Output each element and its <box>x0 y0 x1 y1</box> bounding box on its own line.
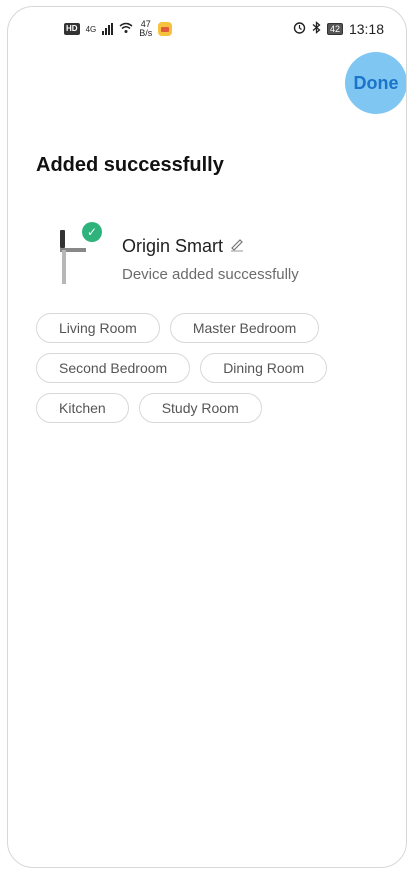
notification-app-icon <box>158 22 173 36</box>
room-row: Living Room Master Bedroom <box>36 313 396 343</box>
status-bar: HD 4G 47 B/s 42 13:18 <box>8 7 406 51</box>
room-chip-study-room[interactable]: Study Room <box>138 393 262 423</box>
wifi-icon <box>119 22 133 37</box>
battery-icon: 42 <box>326 23 343 35</box>
status-left: HD 4G 47 B/s <box>64 20 173 38</box>
bluetooth-icon <box>312 21 321 37</box>
phone-frame: HD 4G 47 B/s 42 13:18 Done Added success… <box>7 6 407 868</box>
device-card: ✓ Origin Smart Device added successfully <box>52 222 372 292</box>
network-type: 4G <box>85 24 97 34</box>
net-speed: 47 B/s <box>139 20 152 38</box>
lock-handle <box>60 230 65 248</box>
room-chip-living-room[interactable]: Living Room <box>36 313 160 343</box>
door-lock-image: ✓ <box>52 222 102 288</box>
signal-icon <box>102 23 114 35</box>
device-name-row[interactable]: Origin Smart <box>122 236 245 257</box>
done-button[interactable]: Done <box>345 52 406 114</box>
hd-badge: HD <box>64 23 80 35</box>
alarm-icon <box>293 21 306 37</box>
room-selector: Living Room Master Bedroom Second Bedroo… <box>36 313 396 433</box>
room-chip-dining-room[interactable]: Dining Room <box>200 353 328 383</box>
room-chip-second-bedroom[interactable]: Second Bedroom <box>36 353 191 383</box>
pencil-icon[interactable] <box>229 238 245 255</box>
room-row: Kitchen Study Room <box>36 393 396 423</box>
room-chip-master-bedroom[interactable]: Master Bedroom <box>169 313 320 343</box>
room-row: Second Bedroom Dining Room <box>36 353 396 383</box>
clock: 13:18 <box>348 21 384 37</box>
check-icon: ✓ <box>82 222 102 242</box>
lock-body <box>62 250 66 284</box>
page-title: Added successfully <box>36 154 224 176</box>
device-name: Origin Smart <box>122 236 224 256</box>
net-speed-unit: B/s <box>139 28 153 38</box>
device-status-text: Device added successfully <box>122 266 299 283</box>
status-right: 42 13:18 <box>293 21 384 37</box>
room-chip-kitchen[interactable]: Kitchen <box>36 393 129 423</box>
